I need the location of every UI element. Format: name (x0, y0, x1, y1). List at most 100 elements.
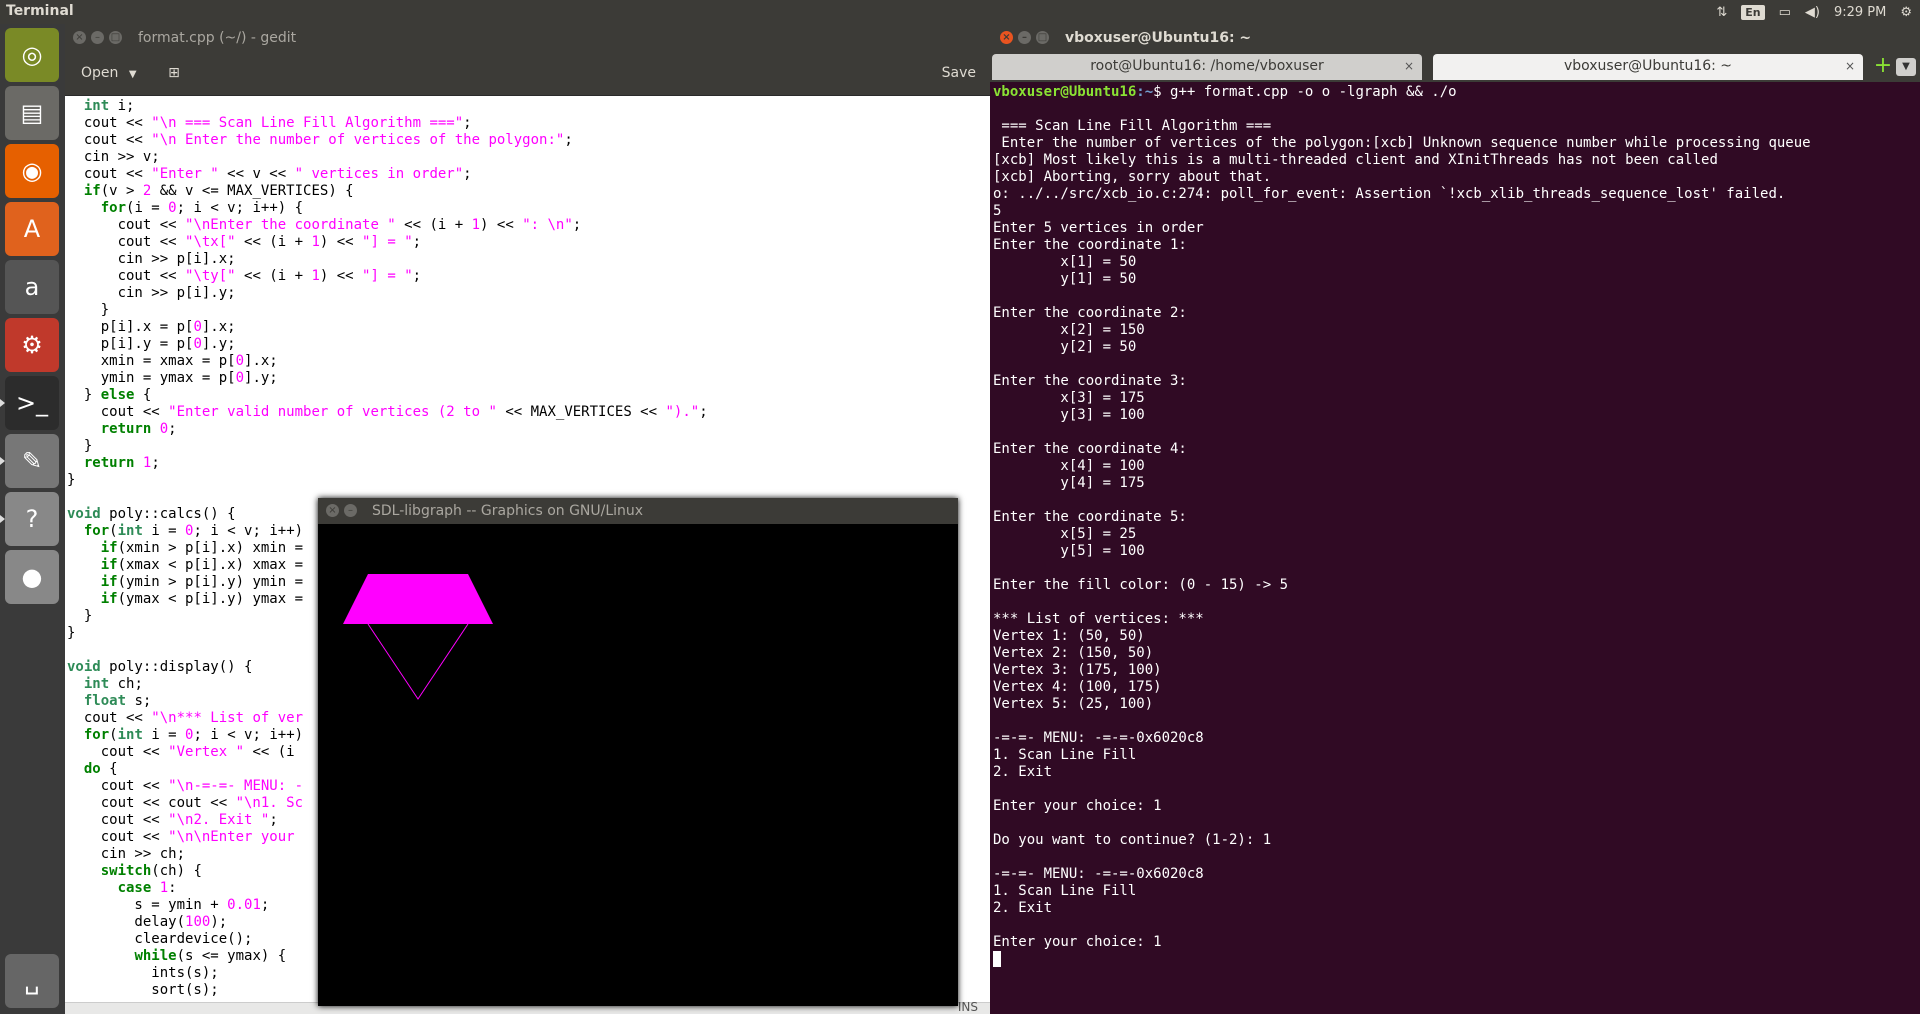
code-token: ].y; (201, 336, 236, 352)
terminal-line: [xcb] Aborting, sorry about that. (993, 169, 1272, 185)
code-token: if (100, 591, 118, 607)
code-token: << (i (244, 744, 295, 760)
code-token: p[i].x = p[ (67, 319, 194, 335)
code-token: (s <= ymax) { (176, 948, 287, 964)
ubuntu-dash-icon[interactable]: ◎ (5, 28, 59, 82)
code-token: if (100, 540, 118, 556)
clock[interactable]: 9:29 PM (1834, 5, 1886, 20)
minimize-icon[interactable]: – (344, 504, 357, 517)
code-token: 0 (193, 319, 202, 335)
code-line: cout << "Enter " << v << " vertices in o… (67, 166, 990, 183)
terminal-line: Enter the fill color: (0 - 15) -> 5 (993, 577, 1289, 593)
gear-icon[interactable]: ⚙ (1900, 5, 1912, 20)
terminal-tab-vboxuser[interactable]: vboxuser@Ubuntu16: ~ × (1433, 54, 1863, 80)
code-line: cout << "\tx[" << (i + 1) << "] = "; (67, 234, 990, 251)
trash-icon[interactable]: ␣ (5, 954, 59, 1008)
terminal-lines: === Scan Line Fill Algorithm === Enter t… (993, 101, 1913, 951)
terminal-line: -=-=- MENU: -=-=-0x6020c8 (993, 866, 1204, 882)
close-icon[interactable]: × (326, 504, 339, 517)
chevron-down-icon[interactable]: ▼ (1896, 58, 1916, 76)
open-button[interactable]: Open ▼ (73, 61, 145, 87)
dvd-icon[interactable]: ● (5, 550, 59, 604)
help-icon[interactable]: ? (0, 492, 59, 546)
code-token: ; (699, 404, 708, 420)
sdl-title: SDL-libgraph -- Graphics on GNU/Linux (372, 503, 644, 519)
code-token: xmin = xmax = p[ (67, 353, 236, 369)
graphics-canvas (343, 574, 493, 700)
code-token: cout << (67, 710, 152, 726)
code-token: << (i + (235, 268, 312, 284)
help-glyph: ? (25, 505, 39, 533)
terminal-line: Enter 5 vertices in order (993, 220, 1204, 236)
maximize-icon[interactable]: □ (1036, 31, 1049, 44)
system-settings-icon[interactable]: ⚙ (5, 318, 59, 372)
minimize-icon[interactable]: – (91, 31, 104, 44)
code-token: i; (109, 98, 135, 114)
maximize-icon[interactable]: □ (109, 31, 122, 44)
code-token: int (83, 676, 110, 692)
close-icon[interactable]: × (73, 31, 86, 44)
firefox-icon[interactable]: ◉ (5, 144, 59, 198)
code-token: (ymax < p[i].y) ymax = (117, 591, 304, 607)
terminal-output[interactable]: vboxuser@Ubuntu16:~$ g++ format.cpp -o o… (993, 84, 1913, 1004)
close-icon[interactable]: × (1000, 31, 1013, 44)
new-tab-icon[interactable]: + (1872, 54, 1894, 80)
terminal-icon[interactable]: >_ (0, 376, 59, 430)
terminal-line: Enter the coordinate 4: (993, 441, 1187, 457)
close-tab-icon[interactable]: × (1845, 54, 1855, 78)
code-token: } (67, 438, 93, 454)
code-token: << v << (218, 166, 295, 182)
close-tab-icon[interactable]: × (1404, 54, 1414, 78)
new-tab-icon: ⊞ (168, 65, 180, 81)
code-token: for (100, 200, 127, 216)
files-icon[interactable]: ▤ (5, 86, 59, 140)
running-indicator (0, 457, 5, 465)
terminal-titlebar[interactable]: × – □ vboxuser@Ubuntu16: ~ (990, 24, 1920, 52)
code-token: { (100, 761, 118, 777)
code-token: ); (210, 914, 228, 930)
code-token: "\ty[" (185, 268, 236, 284)
code-token: cout << (67, 234, 186, 250)
volume-icon[interactable]: ◀) (1805, 5, 1820, 20)
gedit-titlebar[interactable]: × – □ format.cpp (~/) - gedit (65, 24, 990, 52)
code-token: << MAX_VERTICES << (496, 404, 666, 420)
code-line: cout << "\ty[" << (i + 1) << "] = "; (67, 268, 990, 285)
terminal-line: 2. Exit (993, 764, 1053, 780)
terminal-line: Enter your choice: 1 (993, 934, 1162, 950)
code-token: void (67, 659, 101, 675)
keyboard-layout-indicator[interactable]: En (1741, 4, 1765, 20)
text-editor-icon[interactable]: ✎ (0, 434, 59, 488)
code-token: s = ymin + (67, 897, 228, 913)
terminal-tab-root[interactable]: root@Ubuntu16: /home/vboxuser × (992, 54, 1422, 80)
terminal-window: × – □ vboxuser@Ubuntu16: ~ root@Ubuntu16… (990, 24, 1920, 1014)
code-token: for (83, 523, 110, 539)
code-token: (xmin > p[i].x) xmin = (117, 540, 304, 556)
terminal-line: x[2] = 150 (993, 322, 1145, 338)
terminal-line: Enter the coordinate 3: (993, 373, 1187, 389)
code-token: cout << (67, 812, 169, 828)
software-center-icon[interactable]: A (5, 202, 59, 256)
sdl-titlebar[interactable]: × – SDL-libgraph -- Graphics on GNU/Linu… (318, 498, 958, 524)
running-indicator (0, 515, 5, 523)
terminal-line: 2. Exit (993, 900, 1053, 916)
network-icon[interactable]: ⇅ (1716, 5, 1727, 20)
minimize-icon[interactable]: – (1018, 31, 1031, 44)
new-document-button[interactable]: ⊞ (161, 61, 187, 87)
code-token: cout << (67, 217, 186, 233)
code-token: 100 (185, 914, 211, 930)
battery-icon[interactable]: ▭ (1779, 5, 1791, 20)
code-token: (i = (126, 200, 169, 216)
save-button[interactable]: Save (938, 61, 980, 87)
active-app-name: Terminal (6, 3, 74, 19)
amazon-icon[interactable]: a (5, 260, 59, 314)
